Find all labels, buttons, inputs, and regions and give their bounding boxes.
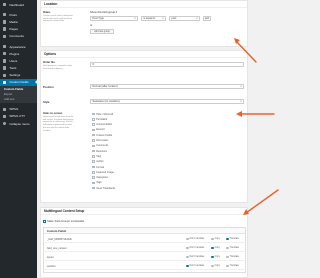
- annotation-arrows: [234, 38, 279, 215]
- arrow-options-annotation: [236, 111, 275, 117]
- arrow-multilingual-annotation: [243, 189, 279, 215]
- arrow-location-annotation: [234, 38, 257, 63]
